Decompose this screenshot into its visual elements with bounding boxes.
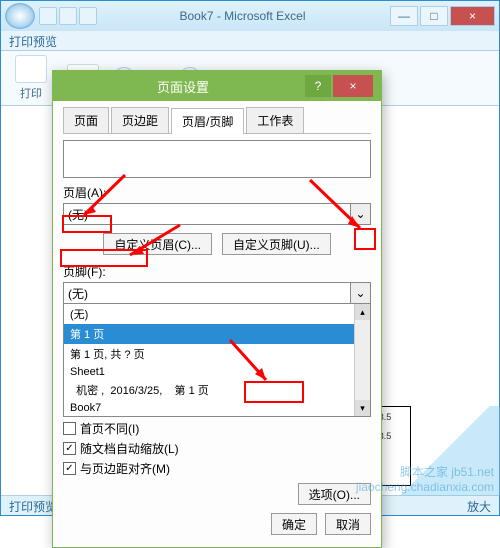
checkbox-box[interactable] [63,422,76,435]
ok-button[interactable]: 确定 [271,513,317,535]
dropdown-item[interactable]: Sheet1 [64,364,370,380]
qat-save-icon[interactable] [39,7,57,25]
dropdown-item[interactable]: 第 1 页, 共 ? 页 [64,344,370,364]
checkbox-label: 随文档自动缩放(L) [80,440,179,457]
dropdown-item[interactable]: (无) [64,304,370,324]
footer-input[interactable] [63,282,351,304]
footer-combo[interactable]: ⌄ [63,282,371,304]
dropdown-item-selected[interactable]: 第 1 页 [64,324,370,344]
status-right: 放大 [467,498,491,513]
quick-access-toolbar [39,7,97,25]
checkbox-box-checked[interactable]: ✓ [63,442,76,455]
qat-redo-icon[interactable] [79,7,97,25]
ribbon-tab[interactable]: 打印预览 [1,31,499,51]
cancel-button[interactable]: 取消 [325,513,371,535]
tab-page[interactable]: 页面 [63,107,109,133]
dropdown-scrollbar[interactable]: ▴ ▾ [354,304,370,416]
dialog-close-button[interactable]: × [333,75,373,97]
print-group[interactable]: 打印 [9,55,53,101]
footer-label: 页脚(F): [63,263,371,280]
title-bar: Book7 - Microsoft Excel — □ × [1,1,499,31]
header-preview [63,140,371,178]
scroll-up-icon[interactable]: ▴ [355,304,370,320]
window-close-button[interactable]: × [450,6,495,26]
printer-icon [15,55,47,83]
window-buttons: — □ × [388,6,495,26]
dialog-tabs: 页面 页边距 页眉/页脚 工作表 [63,107,371,134]
chevron-down-icon: ⌄ [355,286,365,300]
office-orb[interactable] [5,3,35,29]
dialog-help-button[interactable]: ? [305,75,331,97]
tab-margins[interactable]: 页边距 [111,107,169,133]
page-setup-dialog: 页面设置 ? × 页面 页边距 页眉/页脚 工作表 页眉(A): ⌄ 自定义页眉… [52,70,382,548]
qat-undo-icon[interactable] [59,7,77,25]
options-button[interactable]: 选项(O)... [298,483,371,505]
custom-footer-button[interactable]: 自定义页脚(U)... [222,233,331,255]
dialog-body: 页面 页边距 页眉/页脚 工作表 页眉(A): ⌄ 自定义页眉(C)... 自定… [53,101,381,547]
window-title: Book7 - Microsoft Excel [97,9,388,23]
dialog-titlebar[interactable]: 页面设置 ? × [53,71,381,101]
tab-sheet[interactable]: 工作表 [246,107,304,133]
checkbox-box-checked[interactable]: ✓ [63,462,76,475]
checkbox-scale-doc[interactable]: ✓ 随文档自动缩放(L) [63,440,371,457]
maximize-button[interactable]: □ [420,6,448,26]
header-dropdown-button[interactable]: ⌄ [351,203,371,225]
checkbox-label: 与页边距对齐(M) [80,460,170,477]
checkbox-diff-first[interactable]: 首页不同(I) [63,420,371,437]
scroll-down-icon[interactable]: ▾ [355,400,370,416]
print-label: 打印 [20,85,42,101]
dropdown-item[interactable]: Book7 [64,400,370,416]
footer-dropdown-list[interactable]: (无) 第 1 页 第 1 页, 共 ? 页 Sheet1 机密 , 2016/… [63,303,371,417]
checkbox-align-margin[interactable]: ✓ 与页边距对齐(M) [63,460,371,477]
header-label: 页眉(A): [63,184,371,201]
header-input[interactable] [63,203,351,225]
tab-header-footer[interactable]: 页眉/页脚 [171,108,244,134]
custom-buttons-row: 自定义页眉(C)... 自定义页脚(U)... [63,233,371,255]
minimize-button[interactable]: — [390,6,418,26]
footer-dropdown-button[interactable]: ⌄ [351,282,371,304]
custom-header-button[interactable]: 自定义页眉(C)... [103,233,212,255]
chevron-down-icon: ⌄ [355,207,365,221]
checkbox-label: 首页不同(I) [80,420,139,437]
dialog-footer: 确定 取消 [63,513,371,535]
dialog-title: 页面设置 [61,77,305,96]
options-row: 选项(O)... [63,483,371,505]
header-combo[interactable]: ⌄ [63,203,371,225]
dropdown-item[interactable]: 机密 , 2016/3/25, 第 1 页 [64,380,370,400]
